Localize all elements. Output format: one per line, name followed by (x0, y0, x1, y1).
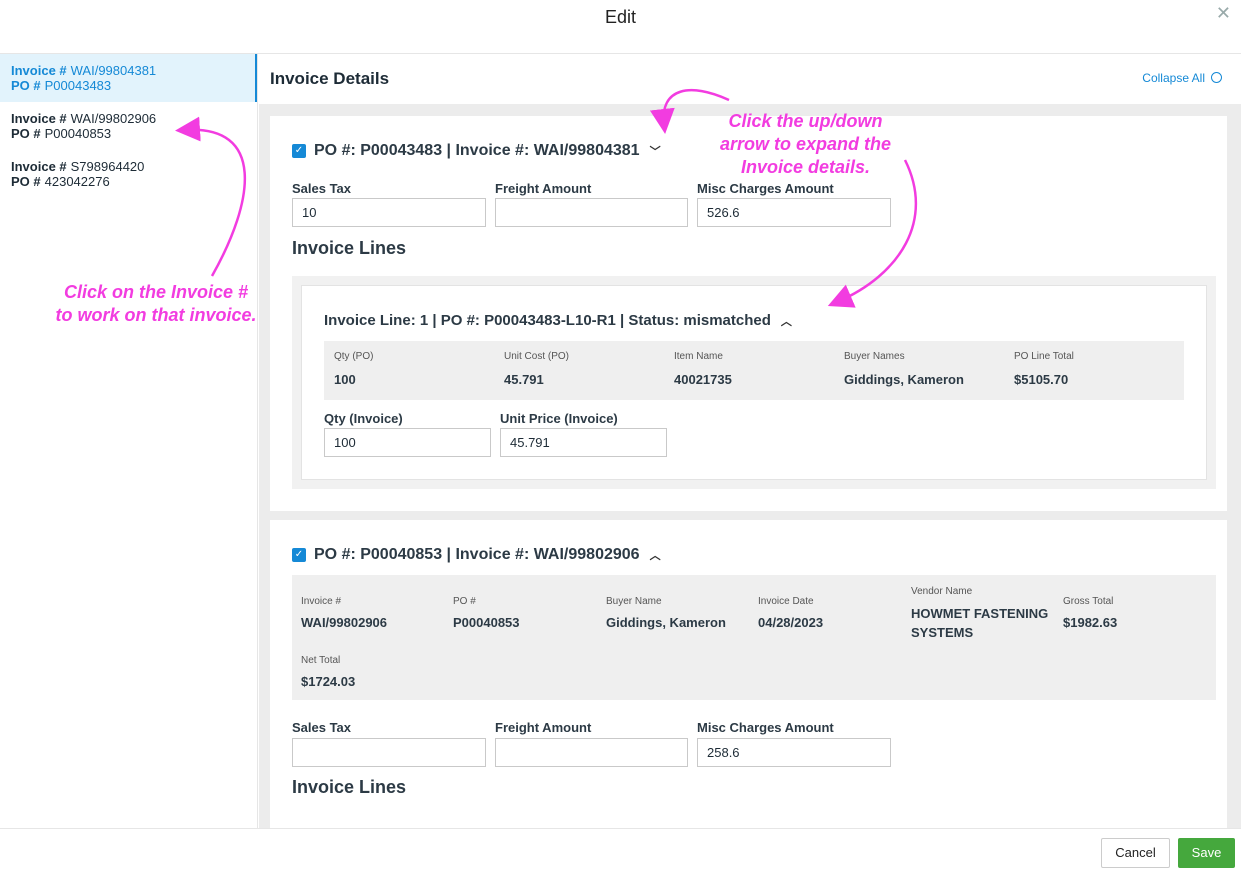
chevron-up-icon[interactable]: ︿ (781, 313, 792, 329)
annotation-right: Click the up/down arrow to expand the In… (688, 110, 923, 179)
net-total-value: $1724.03 (301, 674, 356, 689)
invoice-date-value: 04/28/2023 (758, 615, 824, 630)
invoice-number: WAI/99802906 (70, 111, 157, 126)
gross-total-value: $1982.63 (1063, 615, 1118, 630)
dialog-footer: Cancel Save (0, 828, 1241, 872)
invoice-label: Invoice # (11, 111, 67, 126)
po-label: PO # (11, 126, 41, 141)
po-number-value: P00040853 (453, 615, 520, 630)
freight-amount-label: Freight Amount (495, 181, 592, 196)
item-name-value: 40021735 (674, 372, 732, 387)
misc-charges-input[interactable]: 258.6 (697, 738, 891, 767)
chevron-up-icon[interactable]: ︿ (650, 547, 661, 563)
invoice-card: ✓ PO #: P00040853 | Invoice #: WAI/99802… (270, 520, 1227, 828)
qty-invoice-label: Qty (Invoice) (324, 411, 403, 426)
invoice-number: S798964420 (70, 159, 145, 174)
buyer-name-label: Buyer Name (606, 596, 662, 607)
panel-title: Invoice Details (270, 69, 390, 88)
collapse-all-button[interactable]: Collapse All (1142, 71, 1222, 85)
buyer-names-value: Giddings, Kameron (844, 372, 964, 387)
invoice-number-value: WAI/99802906 (301, 615, 388, 630)
invoice-number-label: Invoice # (301, 596, 342, 607)
annotation-left: Click on the Invoice # to work on that i… (38, 281, 274, 327)
invoice-line-header: Invoice Line: 1 | PO #: P00043483-L10-R1… (324, 312, 792, 329)
qty-invoice-input[interactable]: 100 (324, 428, 491, 457)
freight-amount-label: Freight Amount (495, 720, 592, 735)
invoice-label: Invoice # (11, 63, 67, 78)
annotation-right-line1: Click the up/down (728, 111, 883, 131)
invoice-summary: Invoice # WAI/99802906 PO # P00040853 Bu… (292, 575, 1216, 700)
misc-charges-label: Misc Charges Amount (697, 181, 834, 196)
invoice-header-text: PO #: P00040853 | Invoice #: WAI/9980290… (314, 546, 640, 563)
misc-charges-label: Misc Charges Amount (697, 720, 834, 735)
misc-charges-input[interactable]: 526.6 (697, 198, 891, 227)
invoice-lines-container: Invoice Line: 1 | PO #: P00043483-L10-R1… (292, 276, 1216, 489)
unit-price-invoice-input[interactable]: 45.791 (500, 428, 667, 457)
chevron-down-icon[interactable]: ﹀ (650, 143, 661, 159)
freight-amount-input[interactable] (495, 198, 688, 227)
save-button[interactable]: Save (1178, 838, 1235, 868)
buyer-name-value: Giddings, Kameron (606, 615, 726, 630)
dialog-title-bar: Edit ✕ (0, 0, 1241, 54)
unit-price-invoice-label: Unit Price (Invoice) (500, 411, 618, 426)
qty-po-value: 100 (334, 372, 356, 387)
freight-amount-input[interactable] (495, 738, 688, 767)
invoice-lines-heading: Invoice Lines (292, 238, 407, 258)
sales-tax-input[interactable] (292, 738, 486, 767)
sidebar-invoice-item[interactable]: Invoice # WAI/99804381 PO # P00043483 (0, 54, 257, 102)
cancel-button[interactable]: Cancel (1101, 838, 1170, 868)
invoice-lines-heading: Invoice Lines (292, 777, 407, 797)
panel-header: Invoice Details Collapse All (259, 54, 1241, 104)
po-label: PO # (11, 174, 41, 189)
collapse-circle-icon (1211, 72, 1222, 83)
invoice-label: Invoice # (11, 159, 67, 174)
invoice-checkbox[interactable]: ✓ (292, 144, 306, 158)
qty-po-label: Qty (PO) (334, 351, 374, 362)
collapse-all-label: Collapse All (1142, 71, 1205, 85)
unit-cost-po-label: Unit Cost (PO) (504, 351, 570, 362)
annotation-right-line2: arrow to expand the (719, 134, 892, 154)
invoice-number: WAI/99804381 (70, 63, 157, 78)
sidebar-invoice-item[interactable]: Invoice # WAI/99802906 PO # P00040853 (0, 102, 257, 150)
gross-total-label: Gross Total (1063, 596, 1114, 607)
invoice-date-label: Invoice Date (758, 596, 814, 607)
sidebar-invoice-item[interactable]: Invoice # S798964420 PO #423042276 (0, 150, 257, 198)
sales-tax-label: Sales Tax (292, 181, 352, 196)
sales-tax-input[interactable]: 10 (292, 198, 486, 227)
invoice-line-summary: Qty (PO) 100 Unit Cost (PO) 45.791 Item … (324, 341, 1184, 400)
buyer-names-label: Buyer Names (844, 351, 905, 362)
invoice-card-header: ✓ PO #: P00040853 | Invoice #: WAI/99802… (292, 546, 661, 564)
unit-cost-po-value: 45.791 (504, 372, 544, 387)
invoice-header-text: PO #: P00043483 | Invoice #: WAI/9980438… (314, 142, 640, 159)
invoice-line-card: Invoice Line: 1 | PO #: P00043483-L10-R1… (301, 285, 1207, 480)
sales-tax-label: Sales Tax (292, 720, 352, 735)
annotation-right-line3: Invoice details. (740, 157, 871, 177)
close-icon[interactable]: ✕ (1216, 3, 1231, 24)
dialog-title: Edit (604, 7, 637, 27)
annotation-left-line1: Click on the Invoice # (63, 282, 249, 302)
po-number: 423042276 (44, 174, 110, 189)
invoice-card-header: ✓ PO #: P00043483 | Invoice #: WAI/99804… (292, 142, 661, 160)
net-total-label: Net Total (301, 655, 341, 666)
po-label: PO # (11, 78, 41, 93)
invoice-checkbox[interactable]: ✓ (292, 548, 306, 562)
po-number: P00040853 (44, 126, 112, 141)
po-number: P00043483 (44, 78, 112, 93)
po-line-total-label: PO Line Total (1014, 351, 1074, 362)
invoice-sidebar: Invoice # WAI/99804381 PO # P00043483 Invo… (0, 54, 258, 828)
invoice-line-header-text: Invoice Line: 1 | PO #: P00043483-L10-R1… (324, 312, 771, 329)
annotation-left-line2: to work on that invoice. (55, 305, 257, 325)
vendor-name-value: HOWMET FASTENING SYSTEMS (911, 606, 1049, 640)
item-name-label: Item Name (674, 351, 723, 362)
vendor-name-label: Vendor Name (911, 586, 973, 597)
po-line-total-value: $5105.70 (1014, 372, 1069, 387)
po-number-label: PO # (453, 596, 476, 607)
